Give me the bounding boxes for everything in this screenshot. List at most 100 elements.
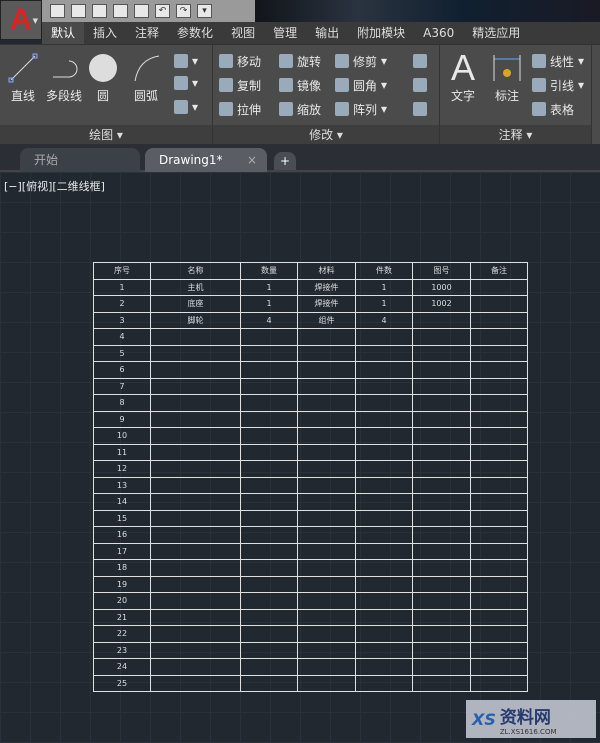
table-cell[interactable] [240,377,298,395]
table-cell[interactable] [470,575,528,593]
table-cell[interactable] [355,575,413,593]
table-cell[interactable]: 24 [93,658,151,676]
table-cell[interactable]: 焊接件 [297,278,356,296]
table-cell[interactable] [150,344,241,362]
table-cell[interactable] [355,641,413,659]
table-cell[interactable] [470,278,528,296]
tab-annotate[interactable]: 注释 [126,22,168,44]
table-cell[interactable] [240,328,298,346]
table-cell[interactable] [412,658,471,676]
scale-button[interactable]: 缩放 [279,99,321,119]
text-button[interactable]: A 文字 [446,47,480,104]
table-cell[interactable]: 11 [93,443,151,461]
table-cell[interactable] [355,592,413,610]
table-cell[interactable] [470,295,528,313]
table-cell[interactable] [240,625,298,643]
table-cell[interactable] [470,427,528,445]
table-cell[interactable] [150,476,241,494]
table-cell[interactable] [412,608,471,626]
table-cell[interactable] [297,476,356,494]
table-cell[interactable] [470,658,528,676]
save-icon[interactable] [92,4,107,18]
tab-manage[interactable]: 管理 [264,22,306,44]
application-menu-button[interactable]: A ▼ [0,0,42,40]
new-icon[interactable] [50,4,65,18]
linear-button[interactable]: 线性 ▾ [532,51,584,71]
arc-button[interactable]: 圆弧 [128,49,164,104]
erase-button[interactable] [413,51,427,71]
table-cell[interactable] [150,493,241,511]
table-cell[interactable] [240,427,298,445]
table-cell[interactable]: 1 [240,295,298,313]
table-cell[interactable] [412,410,471,428]
table-cell[interactable] [355,460,413,478]
table-cell[interactable] [355,608,413,626]
table-cell[interactable] [355,361,413,379]
table-cell[interactable]: 1 [355,278,413,296]
table-cell[interactable] [150,608,241,626]
table-cell[interactable] [470,328,528,346]
table-cell[interactable]: 23 [93,641,151,659]
table-cell[interactable] [470,394,528,412]
hatch-button[interactable]: ▾ [174,73,198,93]
table-button[interactable]: 表格 [532,99,574,119]
table-cell[interactable] [240,641,298,659]
table-cell[interactable] [355,625,413,643]
mirror-button[interactable]: 镜像 [279,75,321,95]
table-cell[interactable] [150,559,241,577]
table-cell[interactable]: 17 [93,542,151,560]
table-cell[interactable] [412,361,471,379]
table-cell[interactable] [412,526,471,544]
table-cell[interactable]: 21 [93,608,151,626]
table-cell[interactable]: 4 [355,311,413,329]
table-cell[interactable] [355,427,413,445]
table-cell[interactable] [150,328,241,346]
table-cell[interactable]: 4 [93,328,151,346]
table-cell[interactable] [297,575,356,593]
table-cell[interactable] [412,641,471,659]
table-cell[interactable]: 1002 [412,295,471,313]
table-cell[interactable]: 15 [93,509,151,527]
table-cell[interactable]: 组件 [297,311,356,329]
table-cell[interactable] [470,559,528,577]
table-header-cell[interactable]: 备注 [470,262,528,280]
table-header-cell[interactable]: 序号 [93,262,151,280]
table-cell[interactable] [297,641,356,659]
table-cell[interactable] [150,361,241,379]
table-header-cell[interactable]: 件数 [355,262,413,280]
table-cell[interactable] [150,377,241,395]
table-header-cell[interactable]: 材料 [297,262,356,280]
table-cell[interactable] [150,625,241,643]
copy-button[interactable]: 复制 [219,75,261,95]
table-cell[interactable]: 3 [93,311,151,329]
table-cell[interactable] [240,542,298,560]
table-cell[interactable] [355,344,413,362]
table-cell[interactable] [470,493,528,511]
table-cell[interactable] [470,542,528,560]
table-cell[interactable]: 1 [93,278,151,296]
table-cell[interactable]: 脚轮 [150,311,241,329]
tab-featured-apps[interactable]: 精选应用 [463,22,529,44]
table-cell[interactable] [297,328,356,346]
table-cell[interactable]: 9 [93,410,151,428]
table-cell[interactable] [412,625,471,643]
table-cell[interactable] [150,592,241,610]
table-cell[interactable]: 6 [93,361,151,379]
table-cell[interactable] [240,493,298,511]
table-cell[interactable] [150,575,241,593]
table-cell[interactable] [412,509,471,527]
table-cell[interactable] [240,509,298,527]
tab-start[interactable]: 开始 [20,148,140,172]
table-cell[interactable] [240,394,298,412]
table-cell[interactable] [150,658,241,676]
table-cell[interactable] [412,394,471,412]
table-cell[interactable] [470,526,528,544]
save-as-icon[interactable] [113,4,128,18]
table-header-cell[interactable]: 图号 [412,262,471,280]
table-cell[interactable]: 5 [93,344,151,362]
table-cell[interactable] [150,674,241,692]
offset-button[interactable] [413,99,427,119]
print-icon[interactable] [134,4,149,18]
table-cell[interactable] [412,575,471,593]
array-button[interactable]: 阵列 ▾ [335,99,387,119]
